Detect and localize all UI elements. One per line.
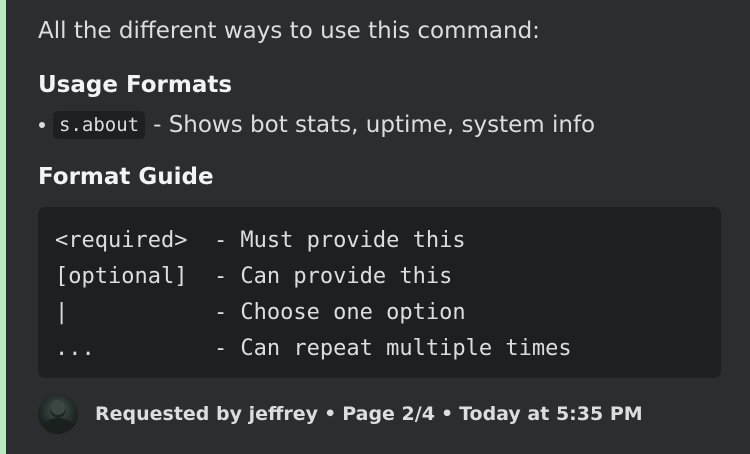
footer-page: Page 2/4 [342, 403, 435, 425]
usage-description: - Shows bot stats, uptime, system info [153, 112, 596, 138]
avatar-shoulders [42, 418, 74, 434]
avatar-head [50, 400, 66, 418]
code-line-required: <required> - Must provide this [55, 228, 466, 253]
embed-description: All the different ways to use this comma… [38, 18, 540, 44]
format-guide-heading: Format Guide [38, 164, 214, 190]
format-guide-code-block: <required> - Must provide this [optional]… [38, 207, 721, 378]
embed-accent-bar [0, 0, 6, 454]
footer-separator: • [440, 403, 454, 425]
embed-footer: Requested by jeffrey • Page 2/4 • Today … [38, 394, 643, 434]
code-line-repeat: ... - Can repeat multiple times [55, 336, 572, 361]
usage-list-item: s.about - Shows bot stats, uptime, syste… [38, 107, 595, 143]
code-line-choose: | - Choose one option [55, 300, 466, 325]
usage-formats-heading: Usage Formats [38, 72, 233, 98]
bullet-icon [39, 122, 45, 128]
help-embed: All the different ways to use this comma… [0, 0, 750, 454]
command-inline-code: s.about [53, 111, 146, 139]
footer-requested-by: Requested by jeffrey [95, 403, 319, 425]
user-avatar-icon[interactable] [38, 394, 78, 434]
code-line-optional: [optional] - Can provide this [55, 264, 453, 289]
footer-timestamp[interactable]: Today at 5:35 PM [459, 403, 643, 425]
footer-separator: • [324, 403, 337, 425]
